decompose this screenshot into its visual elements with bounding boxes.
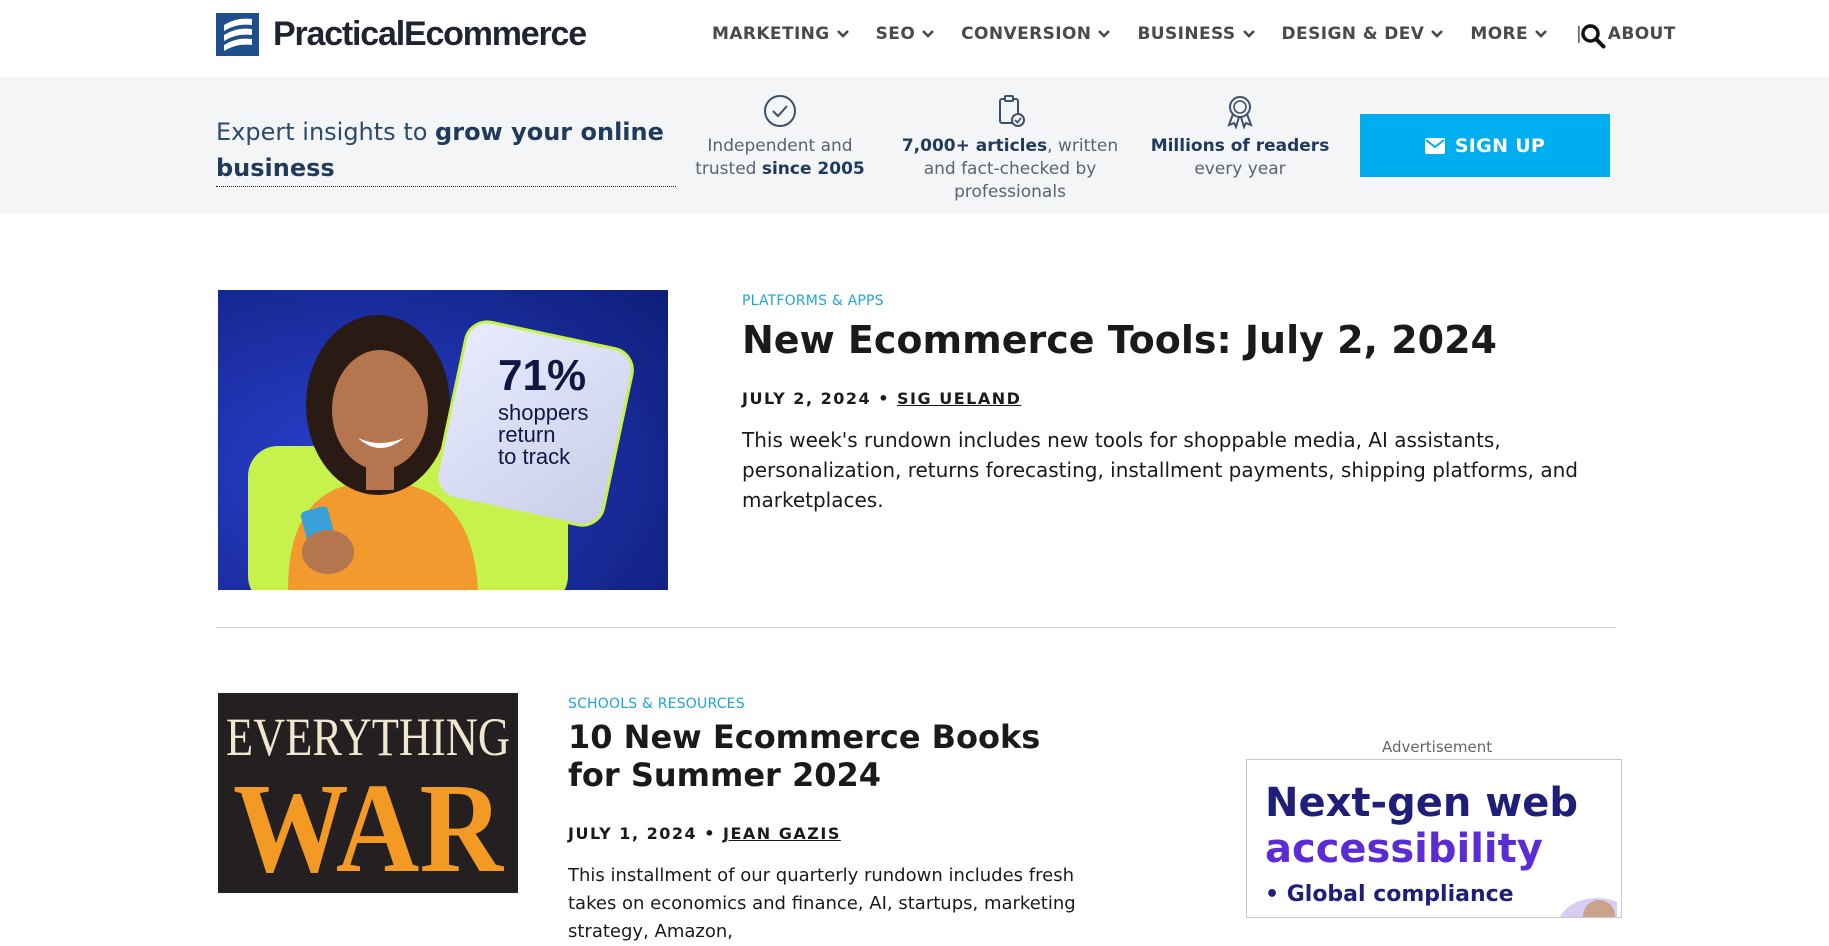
article-thumbnail[interactable]: 71% shoppers return to track <box>218 290 668 590</box>
nav-item-seo[interactable]: SEO <box>876 24 936 44</box>
signup-label: SIGN UP <box>1454 134 1546 157</box>
article-category[interactable]: SCHOOLS & RESOURCES <box>568 696 745 712</box>
ad-headline: accessibility <box>1265 826 1543 872</box>
article-author[interactable]: SIG UELAND <box>897 389 1021 408</box>
article-date: JULY 2, 2024 <box>742 389 872 408</box>
article-author[interactable]: JEAN GAZIS <box>723 824 841 843</box>
article-title[interactable]: 10 New Ecommerce Books for Summer 2024 <box>568 718 1088 794</box>
chevron-down-icon <box>836 30 849 38</box>
image-text: to track <box>498 444 571 469</box>
ad-bullet: • Global compliance <box>1265 882 1514 907</box>
value-banner: Expert insights to grow your online busi… <box>0 77 1829 214</box>
article-title[interactable]: New Ecommerce Tools: July 2, 2024 <box>742 316 1497 364</box>
image-big-text: WAR <box>233 757 504 893</box>
ad-headline: Next-gen web <box>1265 780 1579 826</box>
article-excerpt: This installment of our quarterly rundow… <box>568 865 1076 942</box>
logo-text: PracticalEcommerce <box>273 15 587 53</box>
meta-bullet: • <box>704 824 716 843</box>
feature-text: every year <box>1194 159 1286 179</box>
nav-label: DESIGN & DEV <box>1281 24 1425 44</box>
feature-articles: 7,000+ articles, written and fact-checke… <box>893 93 1127 204</box>
article-thumbnail[interactable]: EVERYTHING WAR <box>218 693 518 893</box>
feature-readers: Millions of readers every year <box>1148 93 1332 181</box>
chevron-down-icon <box>922 30 935 38</box>
article-image-shoppers: 71% shoppers return to track <box>218 290 668 590</box>
article-image-book: EVERYTHING WAR <box>218 693 518 893</box>
chevron-down-icon <box>1535 30 1547 38</box>
article-divider <box>216 627 1616 628</box>
tagline-prefix: Expert insights to <box>216 118 436 146</box>
chevron-down-icon <box>1098 30 1111 38</box>
tagline: Expert insights to grow your online busi… <box>216 114 676 187</box>
chevron-down-icon <box>1431 30 1444 38</box>
check-circle-icon <box>764 95 796 127</box>
site-header: PracticalEcommerce MARKETING SEO CONVERS… <box>0 0 1829 77</box>
nav-label: CONVERSION <box>961 24 1092 44</box>
feature-bold: Millions of readers <box>1150 136 1330 156</box>
nav-item-about[interactable]: ABOUT <box>1608 24 1676 44</box>
signup-button[interactable]: SIGN UP <box>1360 114 1610 177</box>
advertisement[interactable]: Next-gen web accessibility • Global comp… <box>1246 759 1622 918</box>
article-meta: JULY 1, 2024 • JEAN GAZIS <box>568 824 841 843</box>
nav-label: SEO <box>875 24 916 44</box>
nav-item-more[interactable]: MORE <box>1470 24 1548 44</box>
article-date: JULY 1, 2024 <box>568 824 698 843</box>
meta-bullet: • <box>878 389 890 408</box>
site-logo[interactable]: PracticalEcommerce <box>216 13 587 56</box>
feature-bold: 7,000+ articles <box>901 136 1048 156</box>
main-nav: MARKETING SEO CONVERSION BUSINESS DESIGN… <box>712 24 1702 44</box>
clipboard-check-icon <box>999 95 1025 127</box>
article-meta: JULY 2, 2024 • SIG UELAND <box>742 389 1021 408</box>
chevron-down-icon <box>1242 30 1255 38</box>
feature-bold: since 2005 <box>761 159 865 179</box>
article-excerpt: This week's rundown includes new tools f… <box>742 428 1578 512</box>
nav-item-design-dev[interactable]: DESIGN & DEV <box>1282 24 1445 44</box>
nav-label: MARKETING <box>712 24 830 44</box>
envelope-icon <box>1424 137 1445 154</box>
nav-item-conversion[interactable]: CONVERSION <box>961 24 1111 44</box>
nav-item-marketing[interactable]: MARKETING <box>712 24 850 44</box>
ad-label: Advertisement <box>1382 738 1493 756</box>
search-icon[interactable] <box>1580 23 1606 49</box>
logo-mark-icon <box>216 13 259 56</box>
nav-item-business[interactable]: BUSINESS <box>1137 24 1255 44</box>
article-category[interactable]: PLATFORMS & APPS <box>742 293 884 309</box>
feature-independent: Independent and trusted since 2005 <box>690 93 870 181</box>
award-ribbon-icon <box>1227 96 1253 129</box>
image-big-text: 71% <box>498 351 586 400</box>
nav-label: MORE <box>1470 24 1529 44</box>
ad-photo <box>1559 898 1617 917</box>
nav-label: BUSINESS <box>1137 24 1236 44</box>
